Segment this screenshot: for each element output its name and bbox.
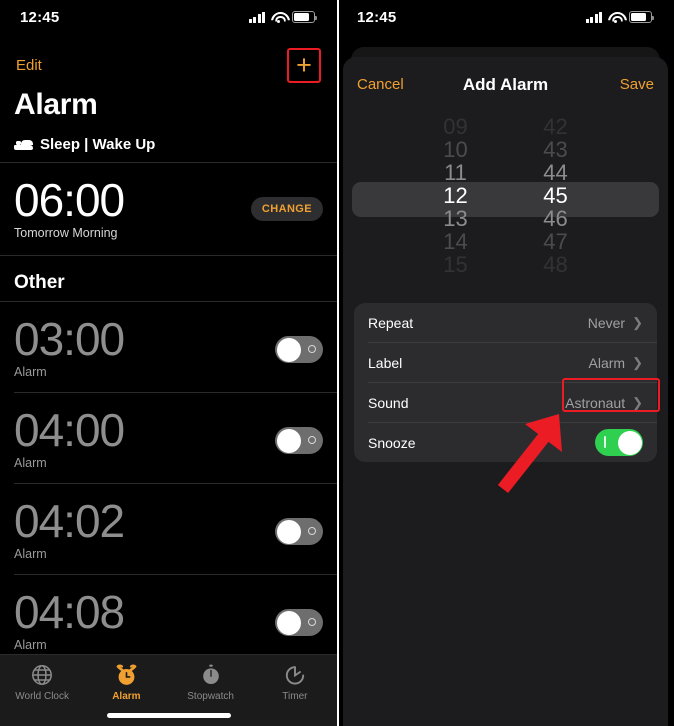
snooze-toggle[interactable] bbox=[595, 429, 643, 456]
alarm-clock-icon bbox=[113, 662, 139, 688]
status-bar: 12:45 bbox=[0, 0, 337, 34]
option-label: Sound bbox=[368, 394, 409, 411]
picker-item[interactable]: 11 bbox=[428, 161, 484, 184]
picker-item-selected[interactable]: 45 bbox=[528, 184, 584, 207]
alarm-toggle[interactable] bbox=[275, 336, 323, 363]
chevron-right-icon: ❯ bbox=[632, 354, 643, 370]
battery-icon bbox=[629, 11, 655, 23]
tab-label: Stopwatch bbox=[187, 691, 234, 702]
option-value: Alarm bbox=[588, 354, 626, 371]
picker-item[interactable]: 13 bbox=[428, 207, 484, 230]
option-row-sound[interactable]: Sound Astronaut ❯ bbox=[354, 383, 657, 422]
tab-alarm[interactable]: Alarm bbox=[84, 662, 168, 702]
alarm-list: 06:00 Tomorrow Morning CHANGE Other 03:0… bbox=[0, 162, 337, 665]
option-value: Never bbox=[587, 314, 626, 331]
sleep-alarm-subtitle: Tomorrow Morning bbox=[14, 225, 118, 240]
picker-item[interactable]: 46 bbox=[528, 207, 584, 230]
cancel-button[interactable]: Cancel bbox=[357, 76, 413, 93]
add-alarm-button[interactable]: + bbox=[287, 47, 321, 83]
sleep-alarm-row[interactable]: 06:00 Tomorrow Morning CHANGE bbox=[0, 163, 337, 255]
option-value: Astronaut bbox=[565, 394, 626, 411]
time-picker[interactable]: 09 10 11 12 13 14 15 42 43 44 45 46 47 4… bbox=[343, 115, 668, 280]
save-button[interactable]: Save bbox=[598, 76, 654, 93]
chevron-right-icon: ❯ bbox=[632, 394, 643, 410]
wifi-icon bbox=[271, 12, 286, 23]
alarm-options-card: Repeat Never ❯ Label Alarm ❯ Sound Astro… bbox=[354, 303, 657, 462]
alarm-label: Alarm bbox=[14, 546, 47, 561]
sleep-wake-up-label: Sleep | Wake Up bbox=[40, 136, 156, 153]
status-bar-icons bbox=[248, 11, 318, 23]
tab-stopwatch[interactable]: Stopwatch bbox=[169, 662, 253, 702]
status-bar-time: 12:45 bbox=[357, 8, 397, 26]
table-row[interactable]: 04:00 Alarm bbox=[0, 393, 337, 483]
alarm-toggle[interactable] bbox=[275, 427, 323, 454]
picker-item[interactable]: 43 bbox=[528, 138, 584, 161]
left-phone-alarm-list-screen: 12:45 Edit + Alarm Sleep | Wake Up 06:00… bbox=[0, 0, 337, 726]
alarm-toggle[interactable] bbox=[275, 609, 323, 636]
chevron-right-icon: ❯ bbox=[632, 314, 643, 330]
right-phone-add-alarm-screen: 12:45 Cancel Add Alarm Save 09 10 11 12 … bbox=[337, 0, 674, 726]
picker-item[interactable]: 44 bbox=[528, 161, 584, 184]
table-row[interactable]: 03:00 Alarm bbox=[0, 302, 337, 392]
bed-icon bbox=[14, 139, 33, 150]
status-bar-icons bbox=[585, 11, 655, 23]
status-bar-time: 12:45 bbox=[20, 8, 60, 26]
screen-divider bbox=[337, 0, 339, 726]
picker-item-selected[interactable]: 12 bbox=[428, 184, 484, 207]
edit-button[interactable]: Edit bbox=[16, 57, 42, 74]
stopwatch-icon bbox=[198, 662, 224, 688]
home-indicator bbox=[106, 713, 231, 718]
plus-icon: + bbox=[296, 49, 312, 80]
option-row-snooze[interactable]: Snooze bbox=[354, 423, 657, 462]
tab-label: World Clock bbox=[15, 691, 69, 702]
option-label: Snooze bbox=[368, 434, 416, 451]
cellular-signal-icon bbox=[248, 11, 265, 23]
table-row[interactable]: 04:08 Alarm bbox=[0, 575, 337, 665]
option-label: Repeat bbox=[368, 314, 414, 331]
hour-picker-column[interactable]: 09 10 11 12 13 14 15 bbox=[428, 115, 484, 280]
alarm-label: Alarm bbox=[14, 455, 47, 470]
alarm-label: Alarm bbox=[14, 364, 47, 379]
cellular-signal-icon bbox=[585, 11, 602, 23]
other-section-title: Other bbox=[14, 272, 65, 293]
picker-item[interactable]: 15 bbox=[428, 253, 484, 276]
status-bar: 12:45 bbox=[337, 0, 674, 34]
tab-timer[interactable]: Timer bbox=[253, 662, 337, 702]
globe-icon bbox=[29, 662, 55, 688]
wifi-icon bbox=[608, 12, 623, 23]
page-title: Alarm bbox=[14, 88, 98, 121]
picker-item[interactable]: 42 bbox=[528, 115, 584, 138]
tab-world-clock[interactable]: World Clock bbox=[0, 662, 84, 702]
picker-item[interactable]: 09 bbox=[428, 115, 484, 138]
table-row[interactable]: 04:02 Alarm bbox=[0, 484, 337, 574]
change-button[interactable]: CHANGE bbox=[250, 197, 323, 221]
alarm-label: Alarm bbox=[14, 637, 47, 652]
tab-label: Alarm bbox=[112, 691, 141, 702]
option-row-label[interactable]: Label Alarm ❯ bbox=[354, 343, 657, 382]
picker-item[interactable]: 47 bbox=[528, 230, 584, 253]
add-alarm-sheet: Cancel Add Alarm Save 09 10 11 12 13 14 … bbox=[343, 57, 668, 726]
sleep-wake-up-header[interactable]: Sleep | Wake Up bbox=[14, 136, 155, 153]
sheet-title: Add Alarm bbox=[462, 74, 549, 94]
picker-item[interactable]: 14 bbox=[428, 230, 484, 253]
picker-item[interactable]: 48 bbox=[528, 253, 584, 276]
option-label: Label bbox=[368, 354, 403, 371]
tab-label: Timer bbox=[282, 691, 308, 702]
timer-icon bbox=[282, 662, 308, 688]
minute-picker-column[interactable]: 42 43 44 45 46 47 48 bbox=[528, 115, 584, 280]
option-row-repeat[interactable]: Repeat Never ❯ bbox=[354, 303, 657, 342]
alarm-toggle[interactable] bbox=[275, 518, 323, 545]
dual-screenshot-canvas: 12:45 Edit + Alarm Sleep | Wake Up 06:00… bbox=[0, 0, 674, 726]
picker-item[interactable]: 10 bbox=[428, 138, 484, 161]
left-nav-bar: Edit + bbox=[0, 47, 337, 83]
battery-icon bbox=[292, 11, 318, 23]
sheet-nav-bar: Cancel Add Alarm Save bbox=[343, 62, 668, 107]
